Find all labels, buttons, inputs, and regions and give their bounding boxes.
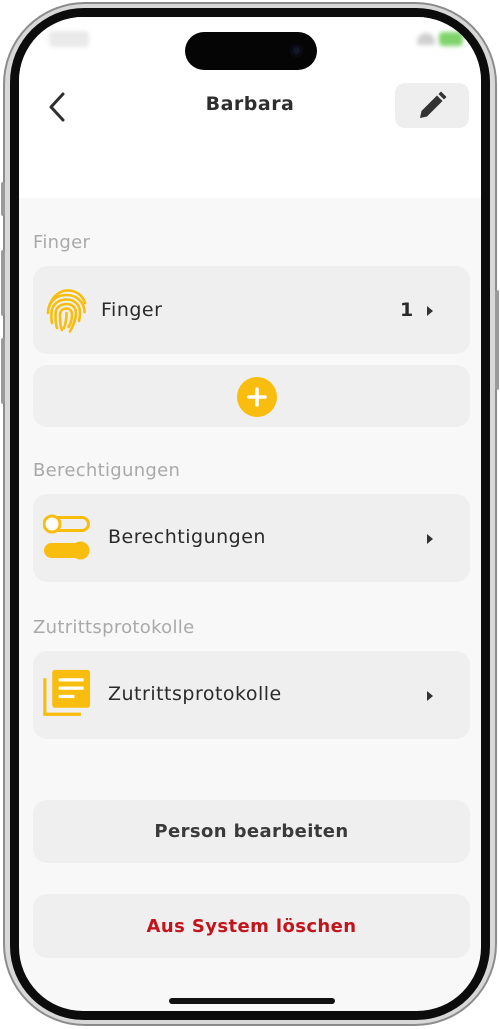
edit-person-label: Person bearbeiten [154,821,349,842]
berechtigungen-row-label: Berechtigungen [108,526,266,548]
phone-volume-up [1,250,5,316]
delete-label: Aus System löschen [146,916,357,937]
document-list-icon [43,669,91,716]
berechtigungen-row[interactable]: Berechtigungen [33,494,470,582]
caret-right-icon [427,534,433,544]
zutrittsprotokolle-row-label: Zutrittsprotokolle [108,683,282,705]
finger-count: 1 [400,299,414,321]
edit-button[interactable] [395,83,469,128]
screen: Barbara Finger Finger 1 Berechtigungen B… [19,17,481,1011]
plus-icon [247,387,267,407]
finger-row-label: Finger [101,299,163,321]
section-label-zutrittsprotokolle: Zutrittsprotokolle [33,617,195,638]
section-label-berechtigungen: Berechtigungen [33,460,181,481]
add-finger-card [33,365,470,427]
toggle-icon [43,514,90,560]
home-indicator[interactable] [169,998,335,1004]
finger-row[interactable]: Finger 1 [33,266,470,354]
battery-icon [439,32,463,46]
add-finger-button[interactable] [237,377,277,417]
caret-right-icon [427,691,433,701]
dynamic-island [185,32,317,70]
zutrittsprotokolle-row[interactable]: Zutrittsprotokolle [33,651,470,739]
caret-right-icon [427,306,433,316]
phone-volume-down [1,338,5,404]
status-time [49,31,89,47]
edit-person-button[interactable]: Person bearbeiten [33,800,470,863]
phone-side-button [495,290,499,390]
phone-mute-switch [1,182,5,216]
pencil-icon [420,91,447,118]
delete-button[interactable]: Aus System löschen [33,894,470,958]
fingerprint-icon [46,289,87,333]
wifi-icon [417,33,435,45]
camera-icon [290,44,303,57]
page: Barbara Finger Finger 1 Berechtigungen B… [0,0,500,1029]
section-label-finger: Finger [33,232,91,253]
